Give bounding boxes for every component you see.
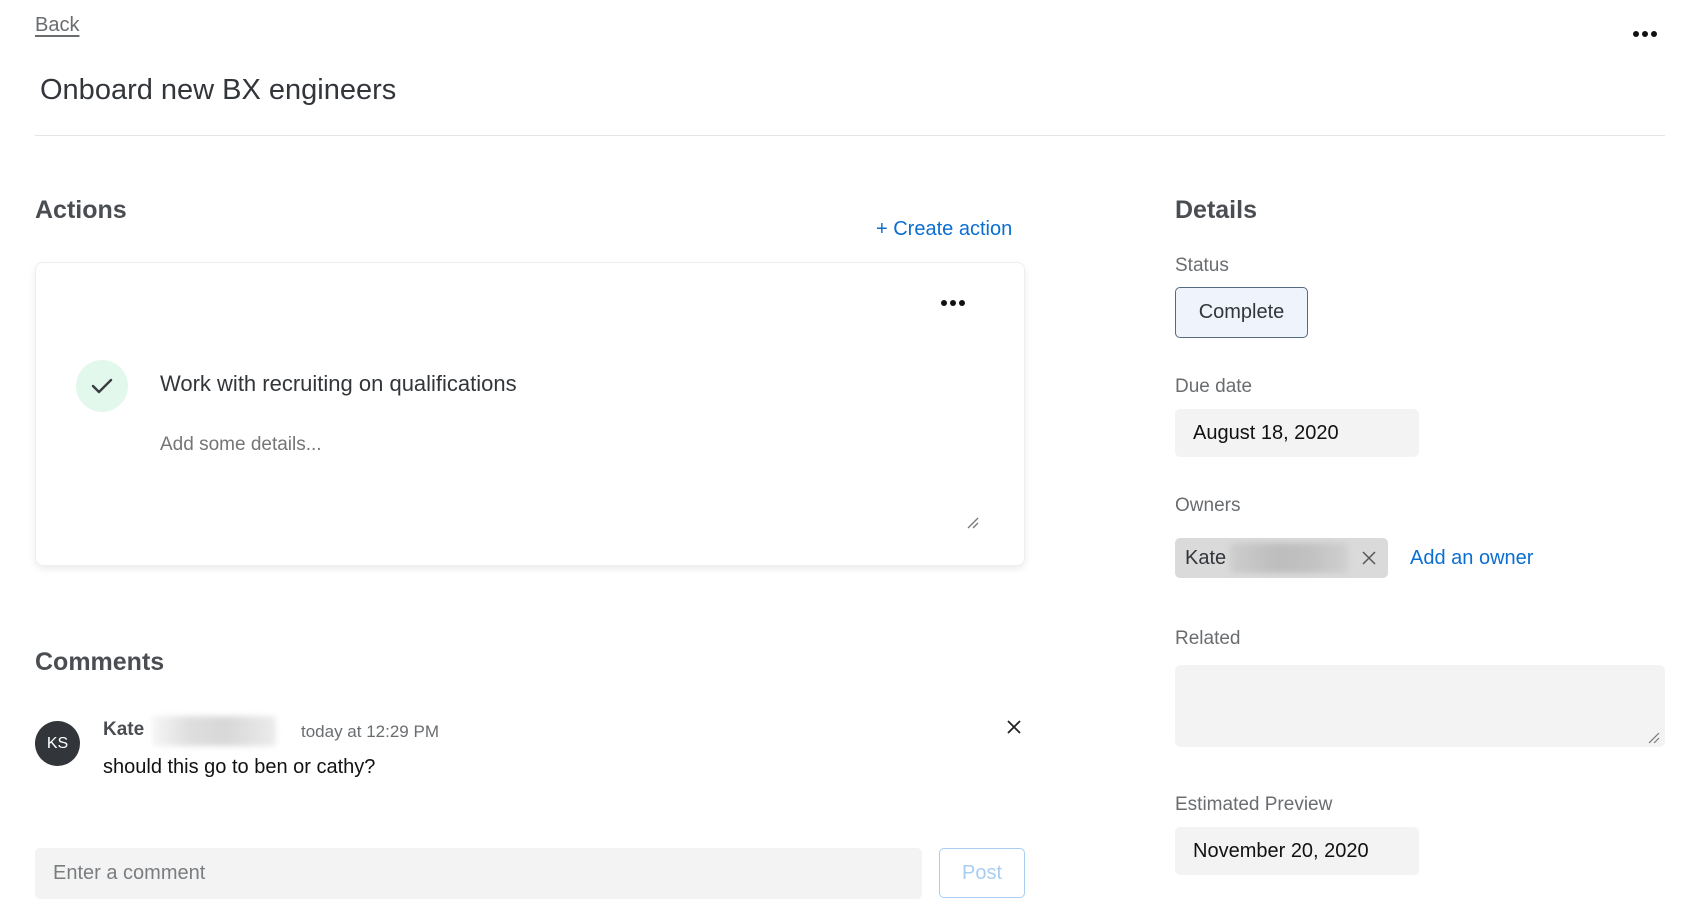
owners-label: Owners (1175, 495, 1241, 516)
close-icon (1362, 551, 1376, 565)
related-input[interactable] (1175, 665, 1665, 747)
checkmark-icon (91, 378, 113, 394)
comment-timestamp: today at 12:29 PM (301, 722, 439, 741)
resize-handle-icon[interactable] (1648, 732, 1660, 744)
due-date-value: August 18, 2020 (1193, 421, 1339, 444)
comments-heading: Comments (35, 648, 165, 676)
action-card: Work with recruiting on qualifications (35, 262, 1025, 566)
add-owner-link[interactable]: Add an owner (1410, 547, 1533, 570)
page-more-options-button[interactable] (1630, 24, 1660, 44)
post-comment-button[interactable]: Post (939, 848, 1025, 898)
estimated-preview-label: Estimated Preview (1175, 794, 1333, 815)
redacted-author-name (152, 716, 276, 746)
delete-comment-button[interactable] (1003, 716, 1025, 738)
estimated-preview-value: November 20, 2020 (1193, 839, 1369, 862)
remove-owner-button[interactable] (1360, 549, 1378, 567)
comment-input[interactable] (35, 848, 922, 899)
due-date-field[interactable]: August 18, 2020 (1175, 409, 1419, 457)
comment-author: Kate (103, 719, 145, 740)
avatar: KS (35, 721, 80, 766)
back-link[interactable]: Back (35, 14, 79, 37)
status-dropdown[interactable]: Complete (1175, 287, 1308, 338)
page-title: Onboard new BX engineers (40, 74, 397, 106)
actions-heading: Actions (35, 196, 127, 224)
header-divider (35, 135, 1665, 136)
create-action-link[interactable]: + Create action (876, 218, 1012, 241)
details-heading: Details (1175, 196, 1257, 224)
action-details-input[interactable] (160, 434, 1010, 544)
action-complete-toggle[interactable] (76, 360, 128, 412)
more-horizontal-icon (941, 300, 965, 306)
related-label: Related (1175, 628, 1241, 649)
status-label: Status (1175, 255, 1229, 276)
close-icon (1007, 720, 1021, 734)
more-horizontal-icon (1633, 31, 1657, 37)
due-date-label: Due date (1175, 376, 1253, 397)
action-more-options-button[interactable] (936, 293, 970, 313)
owner-name: Kate (1185, 546, 1227, 569)
redacted-owner-name (1230, 543, 1349, 573)
owner-chip: Kate (1175, 538, 1388, 578)
action-title[interactable]: Work with recruiting on qualifications (160, 371, 517, 397)
estimated-preview-field[interactable]: November 20, 2020 (1175, 827, 1419, 875)
comment-text: should this go to ben or cathy? (103, 756, 376, 778)
resize-handle-icon[interactable] (966, 516, 980, 530)
